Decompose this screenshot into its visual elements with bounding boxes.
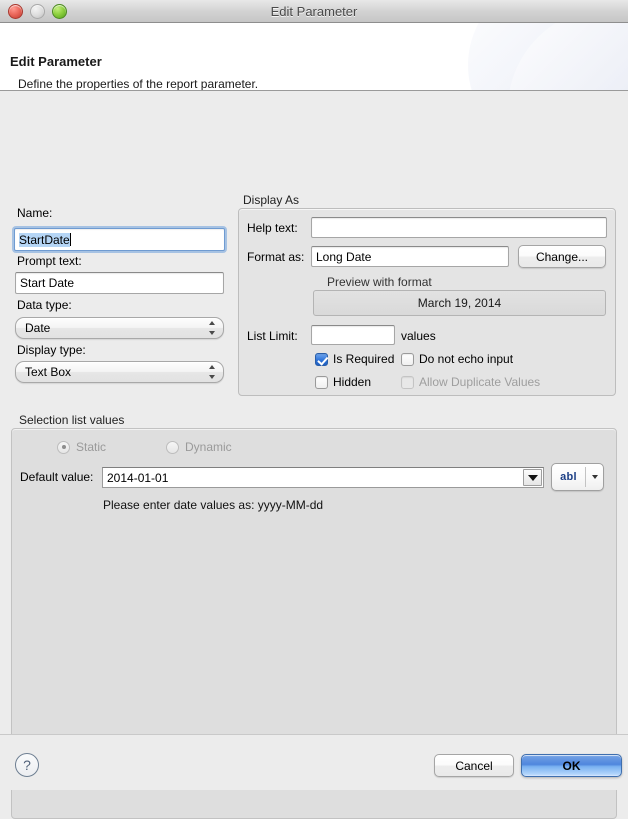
stepper-arrows-icon bbox=[208, 365, 216, 379]
window-titlebar: Edit Parameter bbox=[0, 0, 628, 23]
close-icon[interactable] bbox=[8, 4, 23, 19]
dialog-header: Edit Parameter Define the properties of … bbox=[0, 23, 628, 91]
checkbox-icon bbox=[401, 375, 414, 389]
chevron-down-icon bbox=[591, 475, 598, 479]
default-value-combo[interactable]: 2014-01-01 bbox=[102, 467, 544, 488]
prompt-text-input[interactable]: Start Date bbox=[15, 272, 224, 294]
data-type-value: Date bbox=[25, 321, 51, 335]
checkbox-label: Is Required bbox=[333, 352, 395, 366]
name-label: Name: bbox=[17, 206, 53, 220]
change-format-button[interactable]: Change... bbox=[518, 245, 606, 268]
display-type-label: Display type: bbox=[17, 343, 86, 357]
expression-builder-label: abl bbox=[560, 471, 577, 483]
prompt-text-label: Prompt text: bbox=[17, 254, 82, 268]
stepper-arrows-icon bbox=[208, 321, 216, 335]
radio-dynamic: Dynamic bbox=[166, 440, 232, 454]
ok-button[interactable]: OK bbox=[521, 754, 622, 777]
data-type-select[interactable]: Date bbox=[15, 317, 224, 339]
format-as-value: Long Date bbox=[316, 249, 372, 264]
expression-dropdown-arrow[interactable] bbox=[586, 475, 603, 479]
chevron-down-icon bbox=[527, 474, 538, 481]
page-title: Edit Parameter bbox=[10, 54, 102, 69]
checkbox-label: Do not echo input bbox=[419, 352, 514, 366]
list-limit-label: List Limit: bbox=[247, 329, 298, 343]
zoom-icon[interactable] bbox=[52, 4, 67, 19]
cancel-button[interactable]: Cancel bbox=[434, 754, 514, 777]
checkbox-label: Hidden bbox=[333, 375, 372, 389]
preview-with-format-label: Preview with format bbox=[327, 275, 432, 289]
display-as-group-title: Display As bbox=[243, 193, 300, 207]
selection-list-group-title: Selection list values bbox=[19, 413, 125, 427]
checkbox-icon bbox=[315, 375, 328, 389]
page-subtitle: Define the properties of the report para… bbox=[18, 77, 259, 91]
help-icon[interactable]: ? bbox=[15, 753, 39, 777]
checkbox-do-not-echo-input[interactable]: Do not echo input bbox=[401, 352, 513, 366]
window-controls bbox=[8, 4, 67, 19]
prompt-text-value: Start Date bbox=[20, 276, 75, 290]
name-input[interactable]: StartDate bbox=[14, 228, 225, 251]
radio-icon bbox=[57, 440, 70, 454]
combo-dropdown-button[interactable] bbox=[523, 469, 542, 486]
values-label: values bbox=[401, 329, 436, 343]
format-as-label: Format as: bbox=[247, 250, 305, 264]
expression-builder-button[interactable]: abl bbox=[551, 463, 604, 491]
checkbox-allow-duplicate-values: Allow Duplicate Values bbox=[401, 375, 540, 389]
default-value-label: Default value: bbox=[20, 470, 94, 484]
checkbox-icon bbox=[315, 352, 328, 366]
help-text-label: Help text: bbox=[247, 221, 298, 235]
list-limit-input[interactable] bbox=[311, 325, 395, 345]
format-preview: March 19, 2014 bbox=[313, 290, 606, 316]
text-caret bbox=[69, 233, 71, 246]
radio-label: Dynamic bbox=[185, 440, 232, 454]
name-input-value: StartDate bbox=[19, 232, 70, 247]
data-type-label: Data type: bbox=[17, 298, 72, 312]
help-text-input[interactable] bbox=[311, 217, 607, 238]
checkbox-hidden[interactable]: Hidden bbox=[315, 375, 371, 389]
display-type-select[interactable]: Text Box bbox=[15, 361, 224, 383]
checkbox-label: Allow Duplicate Values bbox=[419, 375, 541, 389]
format-as-input[interactable]: Long Date bbox=[311, 246, 509, 267]
default-value-text: 2014-01-01 bbox=[107, 470, 169, 485]
date-format-hint: Please enter date values as: yyyy-MM-dd bbox=[103, 498, 324, 512]
window-title: Edit Parameter bbox=[270, 3, 358, 19]
display-type-value: Text Box bbox=[25, 365, 72, 379]
edit-parameter-dialog: Edit Parameter Edit Parameter Define the… bbox=[0, 0, 628, 819]
dialog-body: Name: StartDate Prompt text: Start Date … bbox=[0, 91, 628, 819]
radio-icon bbox=[166, 440, 179, 454]
radio-static: Static bbox=[57, 440, 106, 454]
minimize-icon[interactable] bbox=[30, 4, 45, 19]
checkbox-icon bbox=[401, 352, 414, 366]
checkbox-is-required[interactable]: Is Required bbox=[315, 352, 394, 366]
radio-label: Static bbox=[76, 440, 107, 454]
